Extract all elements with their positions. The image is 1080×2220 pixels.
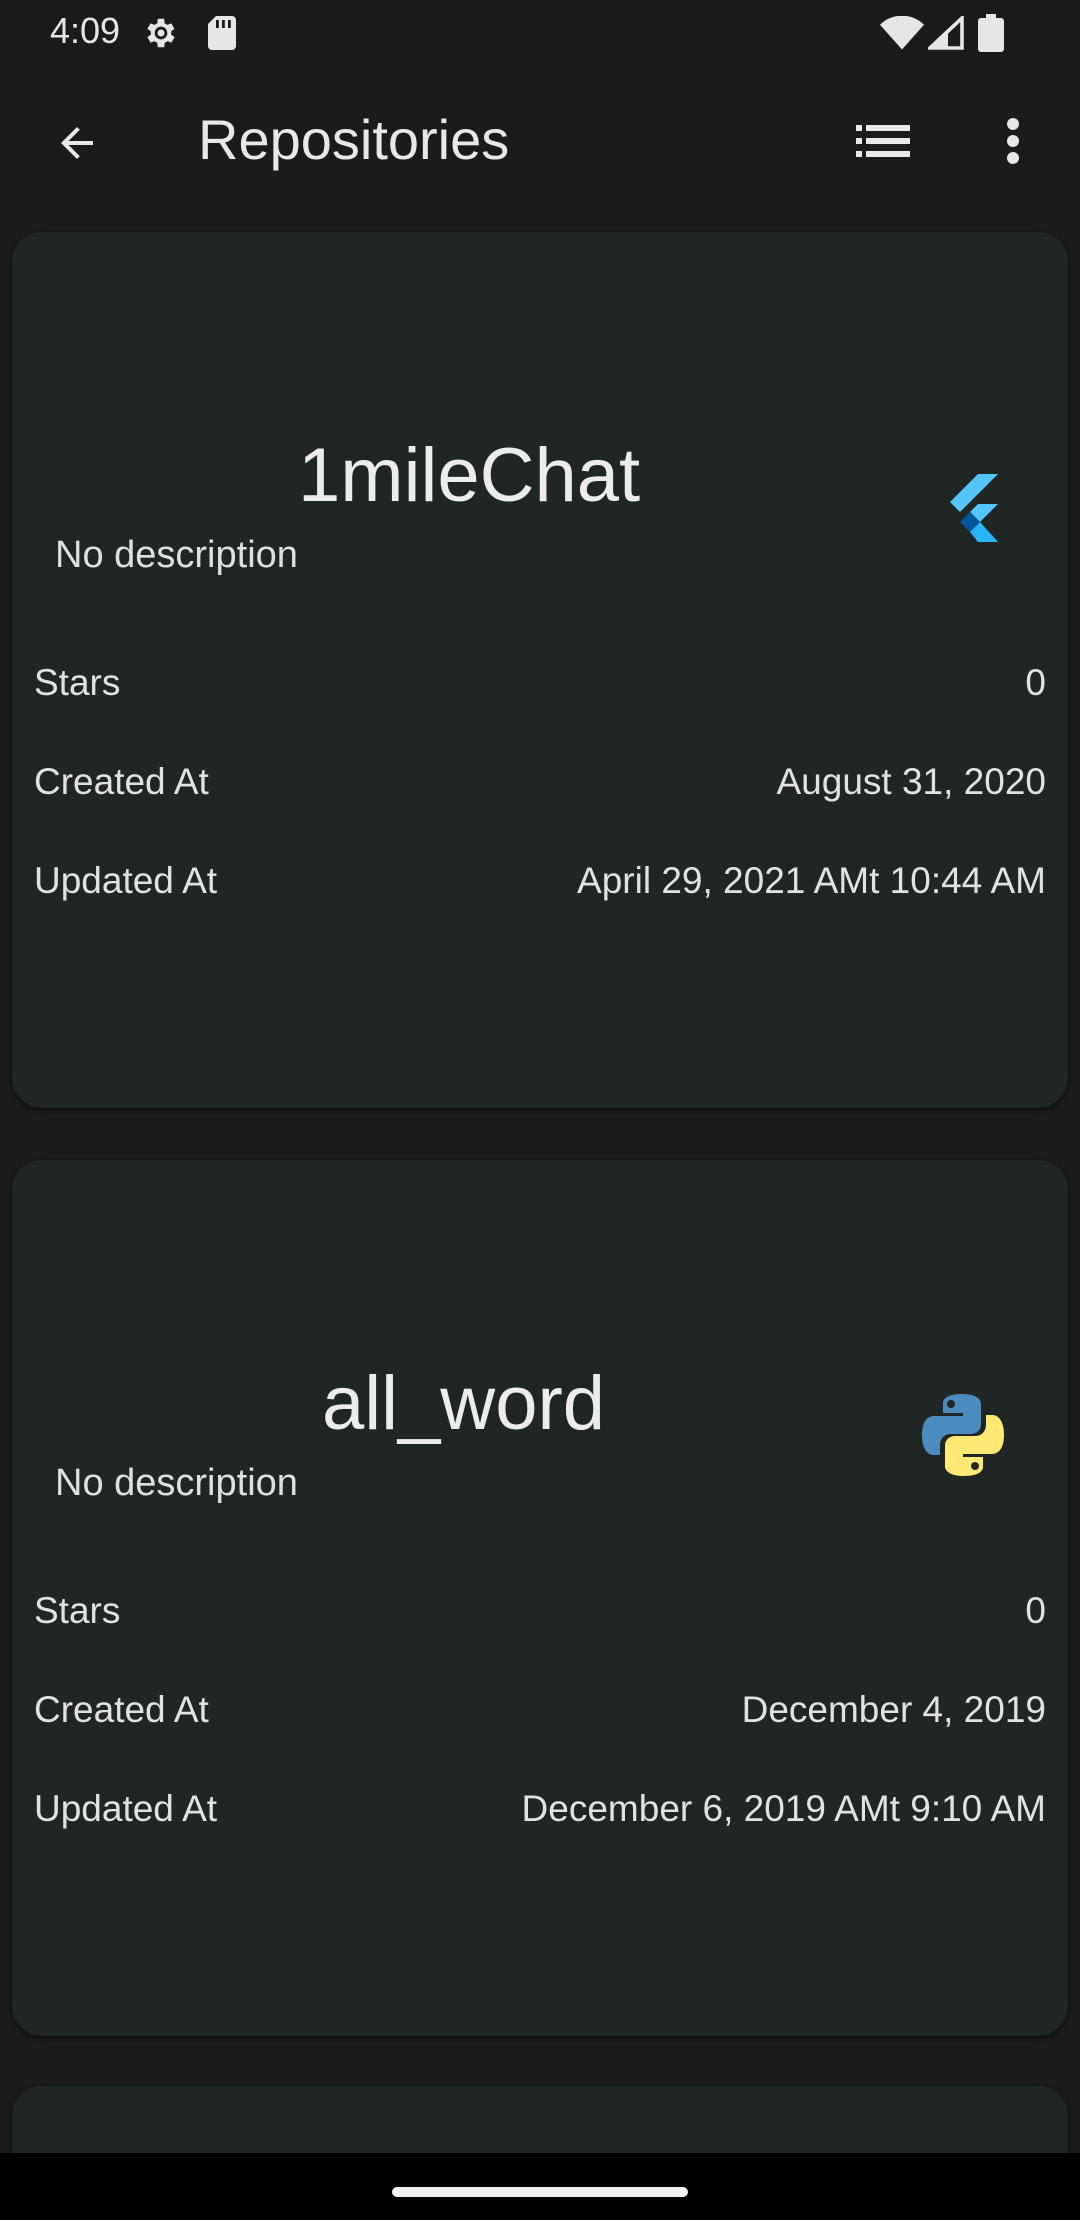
back-arrow-icon <box>61 127 93 159</box>
repo-description: No description <box>55 1462 298 1504</box>
updated-value: April 29, 2021 AMt 10:44 AM <box>577 860 1046 901</box>
updated-row: Updated At April 29, 2021 AMt 10:44 AM <box>34 860 1046 910</box>
status-time: 4:09 <box>50 10 121 51</box>
settings-gear-icon <box>142 14 180 57</box>
updated-value: December 6, 2019 AMt 9:10 AM <box>521 1788 1046 1829</box>
stars-value: 0 <box>1025 1590 1046 1631</box>
app-bar: Repositories <box>0 66 1080 216</box>
wifi-icon <box>880 15 924 55</box>
more-vert-icon <box>1007 118 1019 164</box>
status-bar: 4:09 <box>0 0 1080 66</box>
stars-row: Stars 0 <box>34 662 1046 712</box>
home-indicator[interactable] <box>392 2187 688 2197</box>
page-title: Repositories <box>198 108 510 171</box>
sd-card-icon <box>208 16 236 55</box>
navigation-bar <box>0 2153 1080 2220</box>
battery-icon <box>978 14 1004 57</box>
stars-label: Stars <box>34 1590 121 1631</box>
repo-card[interactable]: 1mileChat No description Stars 0 Created… <box>12 232 1068 1108</box>
created-row: Created At December 4, 2019 <box>34 1689 1046 1739</box>
repo-card[interactable]: all_word No description Stars 0 Created … <box>12 1160 1068 2036</box>
repo-name: all_word <box>322 1361 606 1446</box>
repo-name: 1mileChat <box>298 433 641 518</box>
list-view-icon <box>856 125 910 157</box>
updated-row: Updated At December 6, 2019 AMt 9:10 AM <box>34 1788 1046 1838</box>
created-label: Created At <box>34 1689 209 1730</box>
stars-row: Stars 0 <box>34 1590 1046 1640</box>
stars-value: 0 <box>1025 662 1046 703</box>
cell-signal-icon <box>925 13 964 55</box>
python-icon <box>920 1392 1006 1483</box>
stars-label: Stars <box>34 662 121 703</box>
created-value: December 4, 2019 <box>741 1689 1046 1730</box>
created-row: Created At August 31, 2020 <box>34 761 1046 811</box>
screen: 4:09 Repositories 1mileChat No descripti… <box>0 0 1080 2220</box>
repo-description: No description <box>55 534 298 576</box>
more-options-button[interactable] <box>978 106 1048 176</box>
flutter-icon <box>944 474 1000 547</box>
list-view-button[interactable] <box>848 106 918 176</box>
updated-label: Updated At <box>34 860 218 901</box>
updated-label: Updated At <box>34 1788 218 1829</box>
back-button[interactable] <box>40 106 114 180</box>
created-value: August 31, 2020 <box>776 761 1047 802</box>
created-label: Created At <box>34 761 209 802</box>
